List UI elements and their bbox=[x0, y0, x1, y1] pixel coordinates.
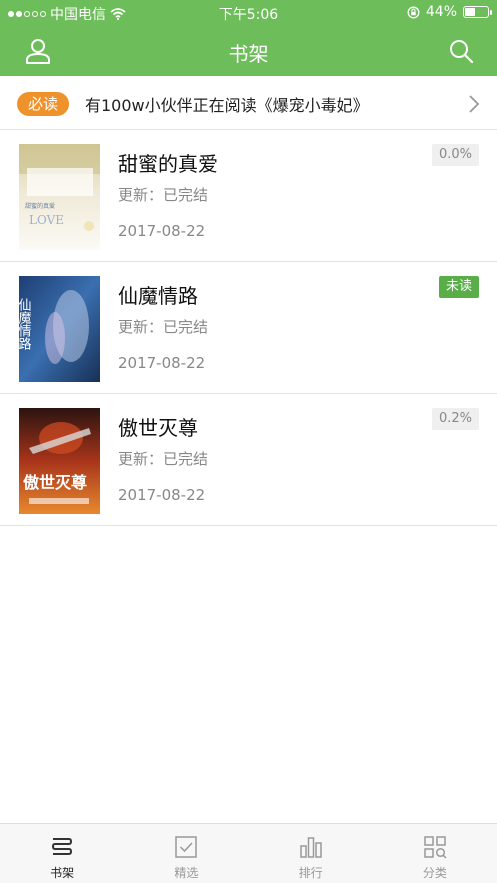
battery-icon bbox=[463, 6, 492, 18]
cover-title: 傲世灭尊 bbox=[23, 473, 87, 492]
bookshelf-icon bbox=[52, 838, 73, 855]
cover-title: 仙魔情路 bbox=[19, 298, 31, 350]
tab-bar: 书架 精选 排行 分类 bbox=[0, 823, 497, 883]
tab-featured[interactable]: 精选 bbox=[124, 824, 248, 883]
tab-ranking[interactable]: 排行 bbox=[249, 824, 373, 883]
cover-text: LOVE bbox=[29, 213, 64, 227]
progress-badge: 0.2% bbox=[431, 408, 479, 430]
grid-search-icon bbox=[424, 836, 447, 859]
rotation-lock-icon bbox=[407, 6, 420, 18]
book-date: 2017-08-22 bbox=[118, 222, 206, 240]
book-update: 更新：已完结 bbox=[118, 450, 209, 468]
book-update: 更新：已完结 bbox=[118, 318, 209, 336]
unread-badge: 未读 bbox=[438, 276, 479, 298]
book-cover: 傲世灭尊 bbox=[19, 408, 100, 514]
book-cover: 甜蜜的真爱 LOVE bbox=[19, 144, 100, 250]
progress-badge: 0.0% bbox=[431, 144, 479, 166]
status-bar: 中国电信 下午5:06 44% bbox=[0, 0, 497, 26]
must-read-tag: 必读 bbox=[17, 91, 69, 116]
tab-label: 分类 bbox=[422, 866, 447, 880]
page-title: 书架 bbox=[228, 42, 269, 66]
book-date: 2017-08-22 bbox=[118, 486, 206, 504]
book-item[interactable]: 仙魔情路 仙魔情路 更新：已完结 2017-08-22 未读 bbox=[0, 262, 497, 394]
book-item[interactable]: 甜蜜的真爱 LOVE 甜蜜的真爱 更新：已完结 2017-08-22 0.0% bbox=[0, 130, 497, 262]
search-icon[interactable] bbox=[447, 37, 475, 65]
book-title: 傲世灭尊 bbox=[118, 416, 198, 440]
battery-percent: 44% bbox=[425, 4, 457, 20]
book-update: 更新：已完结 bbox=[118, 186, 209, 204]
book-title: 仙魔情路 bbox=[118, 284, 198, 308]
book-title: 甜蜜的真爱 bbox=[118, 152, 218, 176]
status-right: 44% bbox=[407, 4, 492, 20]
book-date: 2017-08-22 bbox=[118, 354, 206, 372]
nav-bar: 书架 bbox=[0, 26, 497, 76]
bar-chart-icon bbox=[299, 837, 322, 858]
tab-label: 精选 bbox=[174, 866, 199, 880]
recommend-text: 有100w小伙伴正在阅读《爆宠小毒妃》 bbox=[85, 95, 369, 115]
book-item[interactable]: 傲世灭尊 傲世灭尊 更新：已完结 2017-08-22 0.2% bbox=[0, 394, 497, 526]
checkbox-icon bbox=[175, 836, 198, 858]
recommend-banner[interactable]: 必读 有100w小伙伴正在阅读《爆宠小毒妃》 bbox=[0, 78, 497, 130]
chevron-right-icon bbox=[469, 95, 480, 113]
tab-bookshelf[interactable]: 书架 bbox=[0, 824, 124, 883]
book-cover: 仙魔情路 bbox=[19, 276, 100, 382]
cover-title: 甜蜜的真爱 bbox=[25, 202, 55, 210]
tab-label: 书架 bbox=[50, 866, 75, 880]
tab-label: 排行 bbox=[298, 866, 323, 880]
tab-category[interactable]: 分类 bbox=[373, 824, 497, 883]
